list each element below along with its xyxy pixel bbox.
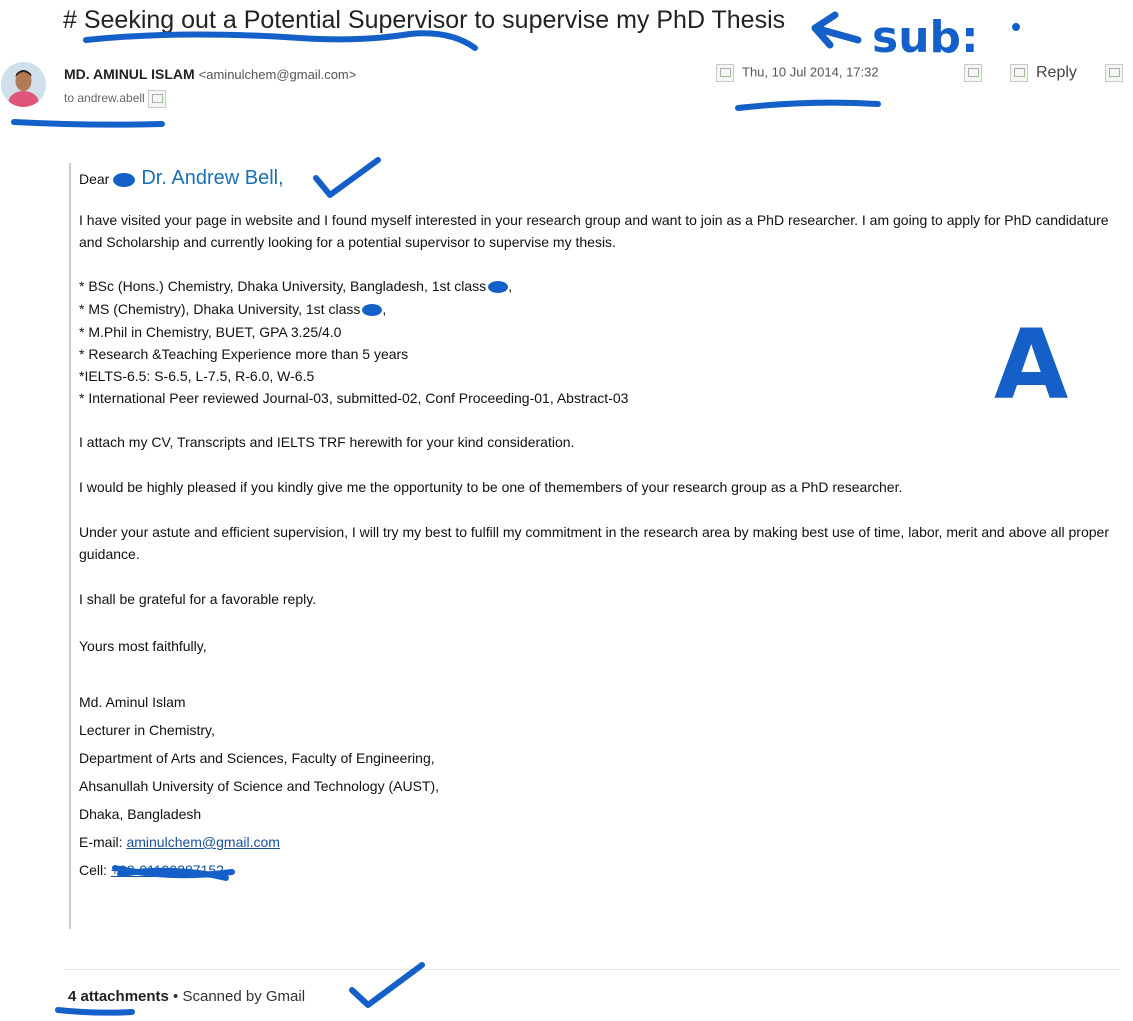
attach-note: I attach my CV, Transcripts and IELTS TR… (79, 434, 575, 450)
credential-item: *IELTS-6.5: S-6.5, L-7.5, R-6.0, W-6.5 (79, 368, 315, 384)
attachments-divider (64, 969, 1119, 970)
sender-underline (11, 119, 165, 128)
grateful-line: I shall be grateful for a favorable repl… (79, 591, 317, 607)
attachments-bar: 4 attachments • Scanned by Gmail (68, 988, 305, 1005)
greeting-dear: Dear (79, 171, 110, 187)
attachment-icon (716, 64, 734, 82)
show-details-icon[interactable] (148, 90, 167, 108)
sender-email: <aminulchem@gmail.com> (198, 67, 357, 82)
redaction-mark (362, 304, 383, 317)
avatar[interactable] (1, 62, 46, 107)
signature-city: Dhaka, Bangladesh (79, 806, 202, 822)
redaction-mark (488, 281, 509, 294)
sender-name[interactable]: MD. AMINUL ISLAM (64, 66, 195, 82)
signature-email-line: E-mail: aminulchem@gmail.com (79, 834, 280, 850)
credential-item: * M.Phil in Chemistry, BUET, GPA 3.25/4.… (79, 324, 342, 340)
attachments-underline (55, 1007, 135, 1016)
reply-label: Reply (1036, 64, 1077, 82)
date-underline (735, 99, 881, 111)
person-icon (1, 62, 46, 107)
closing-line: Yours most faithfully, (79, 638, 207, 654)
email-subject: # Seeking out a Potential Supervisor to … (63, 6, 786, 34)
signature-department: Department of Arts and Sciences, Faculty… (79, 750, 435, 766)
reply-icon (1010, 64, 1028, 82)
sub-arrow-icon (811, 11, 862, 49)
reply-button[interactable]: Reply (1010, 64, 1077, 82)
subject-underline (83, 30, 478, 51)
intro-paragraph: I have visited your page in website and … (79, 212, 1109, 250)
supervision-paragraph: Under your astute and efficient supervis… (79, 524, 1109, 562)
signature-university: Ahsanullah University of Science and Tec… (79, 778, 440, 794)
sub-annotation: sub: (872, 12, 979, 63)
credential-item: * BSc (Hons.) Chemistry, Dhaka Universit… (79, 278, 513, 294)
attachments-count[interactable]: 4 attachments (68, 988, 169, 1005)
signature-cell-link[interactable]: +88-01190387152 (111, 862, 224, 878)
checkmark-icon (349, 962, 425, 1008)
email-body: Dear Dr. Andrew Bell, I have visited your… (69, 163, 1129, 929)
more-options-icon[interactable] (1105, 64, 1123, 82)
credential-item: * Research &Teaching Experience more tha… (79, 346, 409, 362)
signature-email-link[interactable]: aminulchem@gmail.com (126, 834, 279, 850)
email-date: Thu, 10 Jul 2014, 17:32 (742, 64, 879, 80)
ink-dot (1012, 23, 1020, 31)
star-icon[interactable] (964, 64, 982, 82)
credential-item: * MS (Chemistry), Dhaka University, 1st … (79, 301, 387, 317)
sender-line: MD. AMINUL ISLAM <aminulchem@gmail.com> (64, 66, 356, 82)
greeting-name: Dr. Andrew Bell, (141, 167, 284, 189)
signature-name: Md. Aminul Islam (79, 694, 186, 710)
signature-cell-line: Cell: +88-01190387152 (79, 862, 224, 878)
credential-item: * International Peer reviewed Journal-03… (79, 390, 629, 406)
pleased-paragraph: I would be highly pleased if you kindly … (79, 479, 903, 495)
date-area: Thu, 10 Jul 2014, 17:32 (716, 64, 879, 82)
greeting: Dear Dr. Andrew Bell, (79, 167, 284, 190)
recipient-text: to andrew.abell (64, 91, 145, 106)
signature-title: Lecturer in Chemistry, (79, 722, 215, 738)
recipient-line: to andrew.abell (64, 90, 167, 108)
redaction-mark (113, 173, 136, 188)
scanned-note: • Scanned by Gmail (173, 988, 306, 1005)
